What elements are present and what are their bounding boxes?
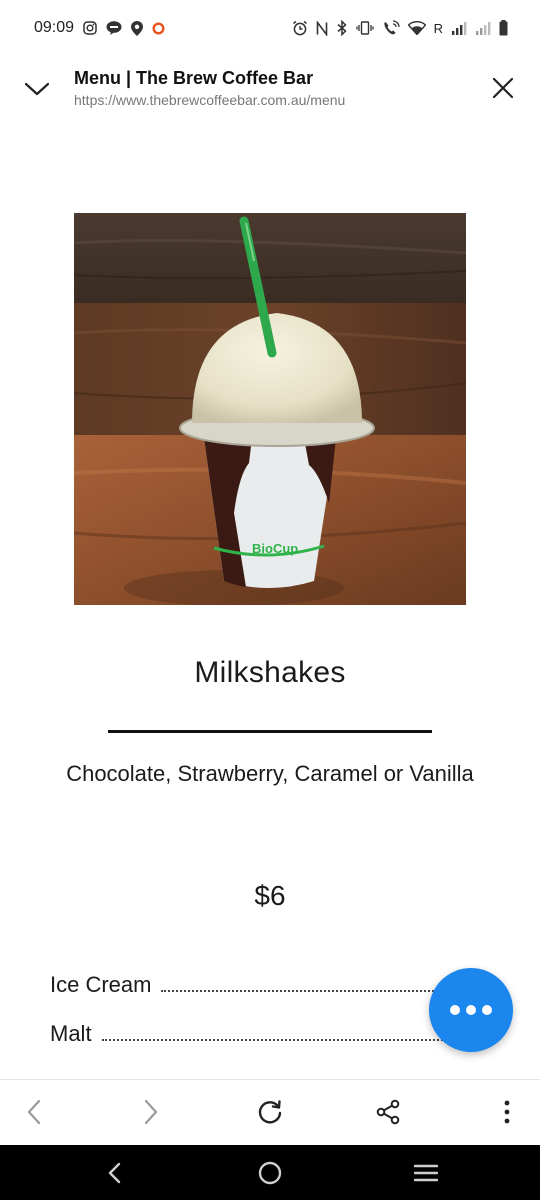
menu-item-name: Milkshakes <box>194 656 346 689</box>
battery-icon <box>499 20 508 36</box>
dot-leader <box>101 1039 450 1041</box>
vibrate-icon <box>355 21 374 35</box>
alarm-icon <box>292 20 308 36</box>
collapse-chevron-icon[interactable] <box>15 67 59 111</box>
signal-strength-icon <box>451 21 467 35</box>
roaming-indicator: R <box>433 20 443 36</box>
status-left: 09:09 <box>34 19 165 37</box>
system-nav-bar <box>0 1145 540 1200</box>
status-right: R <box>292 20 508 36</box>
browser-header: Menu | The Brew Coffee Bar https://www.t… <box>0 56 540 122</box>
bottom-toolbar <box>0 1079 540 1145</box>
close-icon[interactable] <box>481 66 525 110</box>
nfc-icon <box>316 20 328 36</box>
location-icon <box>131 20 144 36</box>
more-vertical-icon[interactable] <box>485 1090 529 1134</box>
addon-row: Malt <box>50 1015 450 1047</box>
wifi-calling-icon <box>382 20 400 36</box>
addon-row: Ice Cream <box>50 966 450 998</box>
addon-label: Malt <box>50 1021 92 1046</box>
back-icon[interactable] <box>12 1090 56 1134</box>
share-icon[interactable] <box>366 1090 410 1134</box>
wifi-icon <box>407 21 426 35</box>
nav-back-icon[interactable] <box>92 1151 136 1195</box>
reload-icon[interactable] <box>248 1090 292 1134</box>
status-time: 09:09 <box>34 19 75 36</box>
milkshake-photo: BioCup <box>74 213 466 605</box>
nav-home-icon[interactable] <box>248 1151 292 1195</box>
nav-recents-icon[interactable] <box>404 1151 448 1195</box>
notification-ring-icon <box>152 21 165 35</box>
menu-item-description: Chocolate, Strawberry, Caramel or Vanill… <box>66 761 474 786</box>
status-bar: 09:09 R <box>0 0 540 56</box>
line-app-icon <box>106 21 122 35</box>
addon-label: Ice Cream <box>50 972 152 997</box>
page-title: Menu | The Brew Coffee Bar <box>74 68 314 88</box>
forward-icon[interactable] <box>129 1090 173 1134</box>
fab-dot <box>482 1005 492 1015</box>
dot-leader <box>161 990 450 992</box>
page-content: BioCup Milkshakes Chocolate, Strawberry,… <box>0 122 540 1079</box>
fab-dot <box>450 1005 460 1015</box>
page-url: https://www.thebrewcoffeebar.com.au/menu <box>74 92 346 108</box>
instagram-icon <box>83 21 97 35</box>
menu-item-price: $6 <box>254 880 286 911</box>
more-options-fab[interactable] <box>429 968 513 1052</box>
signal-strength-secondary-icon <box>475 21 491 35</box>
fab-dot <box>466 1005 476 1015</box>
cup-brand-label: BioCup <box>252 541 298 556</box>
title-divider <box>108 730 432 733</box>
bluetooth-icon <box>336 20 348 36</box>
header-title-block: Menu | The Brew Coffee Bar https://www.t… <box>74 68 345 108</box>
